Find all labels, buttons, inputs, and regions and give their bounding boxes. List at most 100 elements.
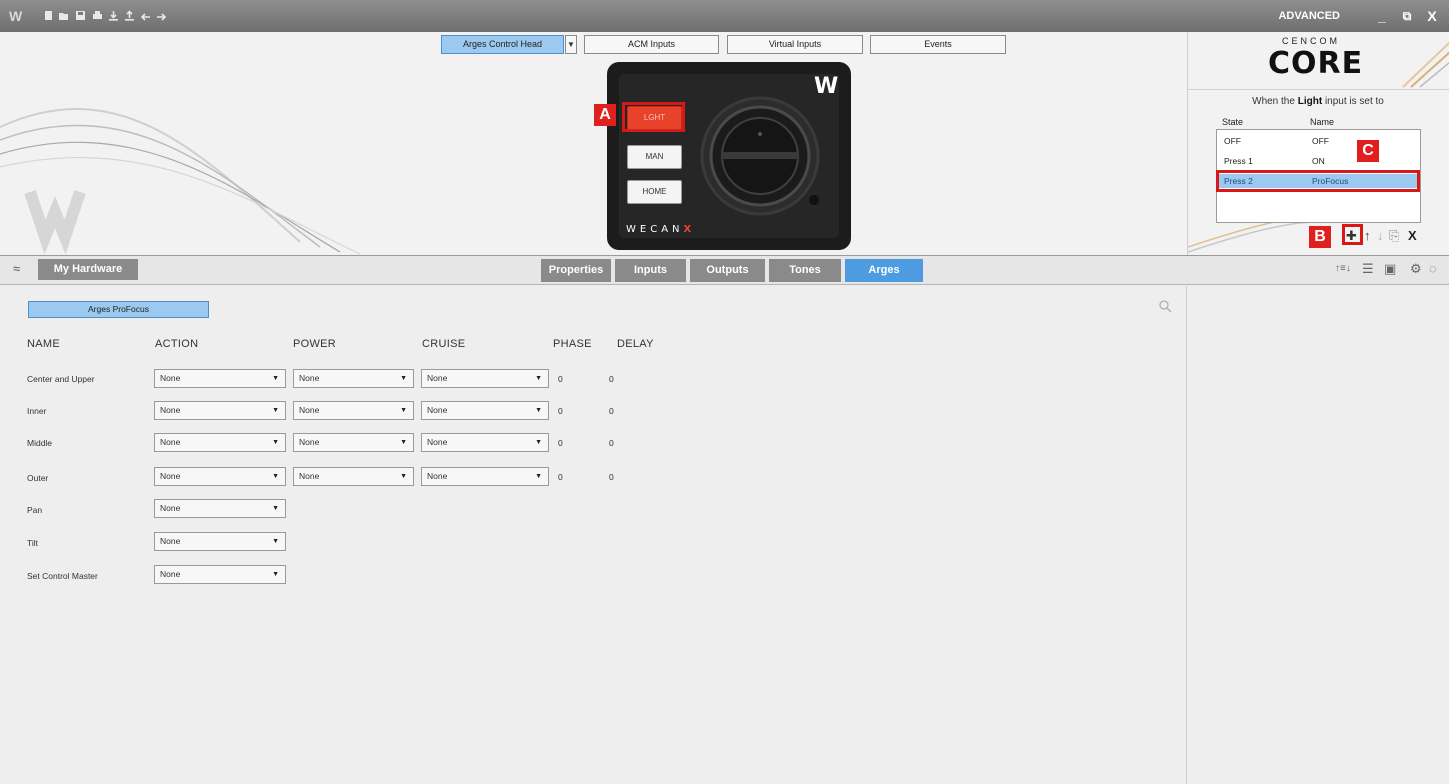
dropdown-value: None <box>160 569 181 579</box>
close-button[interactable]: X <box>1424 8 1440 24</box>
device-light-button[interactable]: LGHT <box>627 106 682 130</box>
delay-value[interactable]: 0 <box>609 438 614 448</box>
row-label: Set Control Master <box>27 571 98 581</box>
tab-acm-inputs[interactable]: ACM Inputs <box>584 35 719 54</box>
action-dropdown[interactable]: None ▼ <box>154 467 286 486</box>
action-dropdown[interactable]: None ▼ <box>154 369 286 388</box>
column-header-phase: PHASE <box>553 338 592 350</box>
cruise-dropdown[interactable]: None ▼ <box>421 401 549 420</box>
phase-value[interactable]: 0 <box>558 374 563 384</box>
preview-icon[interactable]: ▣ <box>1384 262 1396 276</box>
print-icon[interactable] <box>92 10 103 21</box>
action-dropdown[interactable]: None ▼ <box>154 401 286 420</box>
upload-icon[interactable] <box>124 10 135 21</box>
search-icon[interactable] <box>1158 299 1172 313</box>
cruise-dropdown[interactable]: None ▼ <box>421 433 549 452</box>
device-dropdown-arrow[interactable]: ▼ <box>565 35 577 54</box>
action-dropdown[interactable]: None ▼ <box>154 532 286 551</box>
row-label: Center and Upper <box>27 374 95 384</box>
add-state-icon[interactable]: ✚ <box>1346 229 1357 242</box>
open-folder-icon[interactable] <box>58 10 69 21</box>
chevron-down-icon: ▼ <box>272 407 279 414</box>
tab-properties[interactable]: Properties <box>541 259 611 282</box>
brand-line2: CORE <box>1268 46 1364 81</box>
phase-value[interactable]: 0 <box>558 438 563 448</box>
dropdown-value: None <box>299 437 320 447</box>
power-icon[interactable]: ◌ <box>1429 262 1437 276</box>
tab-arges-control-head[interactable]: Arges Control Head <box>441 35 564 54</box>
brand-line1: CENCOM <box>1282 36 1340 46</box>
undo-icon[interactable] <box>140 10 151 21</box>
column-header-delay: DELAY <box>617 338 654 350</box>
move-up-icon[interactable]: ↑ <box>1364 229 1371 242</box>
delay-value[interactable]: 0 <box>609 472 614 482</box>
action-dropdown[interactable]: None ▼ <box>154 499 286 518</box>
mode-label[interactable]: ADVANCED <box>1278 10 1340 22</box>
device-brand-label: WECANX <box>626 224 695 235</box>
tab-tones[interactable]: Tones <box>769 259 841 282</box>
name-column-header: Name <box>1310 117 1335 127</box>
device-man-button[interactable]: MAN <box>627 145 682 169</box>
state-row[interactable]: OFF OFF <box>1218 134 1419 148</box>
power-dropdown[interactable]: None ▼ <box>293 433 414 452</box>
action-dropdown[interactable]: None ▼ <box>154 565 286 584</box>
tab-arges[interactable]: Arges <box>845 259 923 282</box>
subtab-arges-profocus[interactable]: Arges ProFocus <box>28 301 209 318</box>
chevron-down-icon: ▼ <box>400 439 407 446</box>
marker-b: B <box>1309 226 1331 248</box>
download-icon[interactable] <box>108 10 119 21</box>
dropdown-value: None <box>299 471 320 481</box>
chevron-down-icon: ▼ <box>272 439 279 446</box>
tab-inputs[interactable]: Inputs <box>615 259 686 282</box>
delete-icon[interactable]: X <box>1408 229 1417 242</box>
chevron-down-icon: ▼ <box>272 538 279 545</box>
save-icon[interactable] <box>75 10 86 21</box>
marker-c: C <box>1357 140 1379 162</box>
action-dropdown[interactable]: None ▼ <box>154 433 286 452</box>
chevron-down-icon: ▼ <box>400 473 407 480</box>
phase-value[interactable]: 0 <box>558 406 563 416</box>
state-cell: OFF <box>1224 136 1241 146</box>
redo-icon[interactable] <box>156 10 167 21</box>
restore-button[interactable]: ⧉ <box>1399 8 1415 24</box>
list-icon[interactable]: ☰ <box>1362 262 1374 276</box>
copy-icon[interactable]: ⎘ <box>1389 229 1399 242</box>
state-row[interactable]: Press 1 ON <box>1218 154 1419 168</box>
move-down-icon[interactable]: ↓ <box>1377 229 1384 242</box>
device-home-button[interactable]: HOME <box>627 180 682 204</box>
tab-virtual-inputs[interactable]: Virtual Inputs <box>727 35 863 54</box>
sort-icon[interactable]: ↑≡↓ <box>1335 262 1351 276</box>
chevron-down-icon: ▼ <box>535 407 542 414</box>
chevron-down-icon: ▼ <box>272 473 279 480</box>
dropdown-value: None <box>160 373 181 383</box>
tab-events[interactable]: Events <box>870 35 1006 54</box>
cruise-dropdown[interactable]: None ▼ <box>421 467 549 486</box>
dropdown-value: None <box>299 373 320 383</box>
marker-a: A <box>594 104 616 126</box>
device-brand-text: WECAN <box>626 224 684 235</box>
cruise-dropdown[interactable]: None ▼ <box>421 369 549 388</box>
row-label: Outer <box>27 473 49 483</box>
dropdown-value: None <box>427 437 448 447</box>
new-file-icon[interactable] <box>43 10 54 21</box>
gear-icon[interactable]: ⚙ <box>1410 262 1422 276</box>
tab-outputs[interactable]: Outputs <box>690 259 765 282</box>
dropdown-value: None <box>160 536 181 546</box>
column-header-name: NAME <box>27 338 60 350</box>
state-caption-input: Light <box>1297 96 1323 107</box>
delay-value[interactable]: 0 <box>609 374 614 384</box>
state-cell: Press 1 <box>1224 156 1253 166</box>
power-dropdown[interactable]: None ▼ <box>293 369 414 388</box>
phase-value[interactable]: 0 <box>558 472 563 482</box>
device-knob[interactable] <box>690 96 830 216</box>
collapse-icon[interactable]: ≈ <box>13 262 20 276</box>
dropdown-value: None <box>160 503 181 513</box>
minimize-button[interactable]: _ <box>1374 8 1390 24</box>
power-dropdown[interactable]: None ▼ <box>293 467 414 486</box>
device-logo: W <box>814 74 839 99</box>
chevron-down-icon: ▼ <box>272 375 279 382</box>
chevron-down-icon: ▼ <box>272 505 279 512</box>
my-hardware-button[interactable]: My Hardware <box>38 259 138 280</box>
power-dropdown[interactable]: None ▼ <box>293 401 414 420</box>
delay-value[interactable]: 0 <box>609 406 614 416</box>
